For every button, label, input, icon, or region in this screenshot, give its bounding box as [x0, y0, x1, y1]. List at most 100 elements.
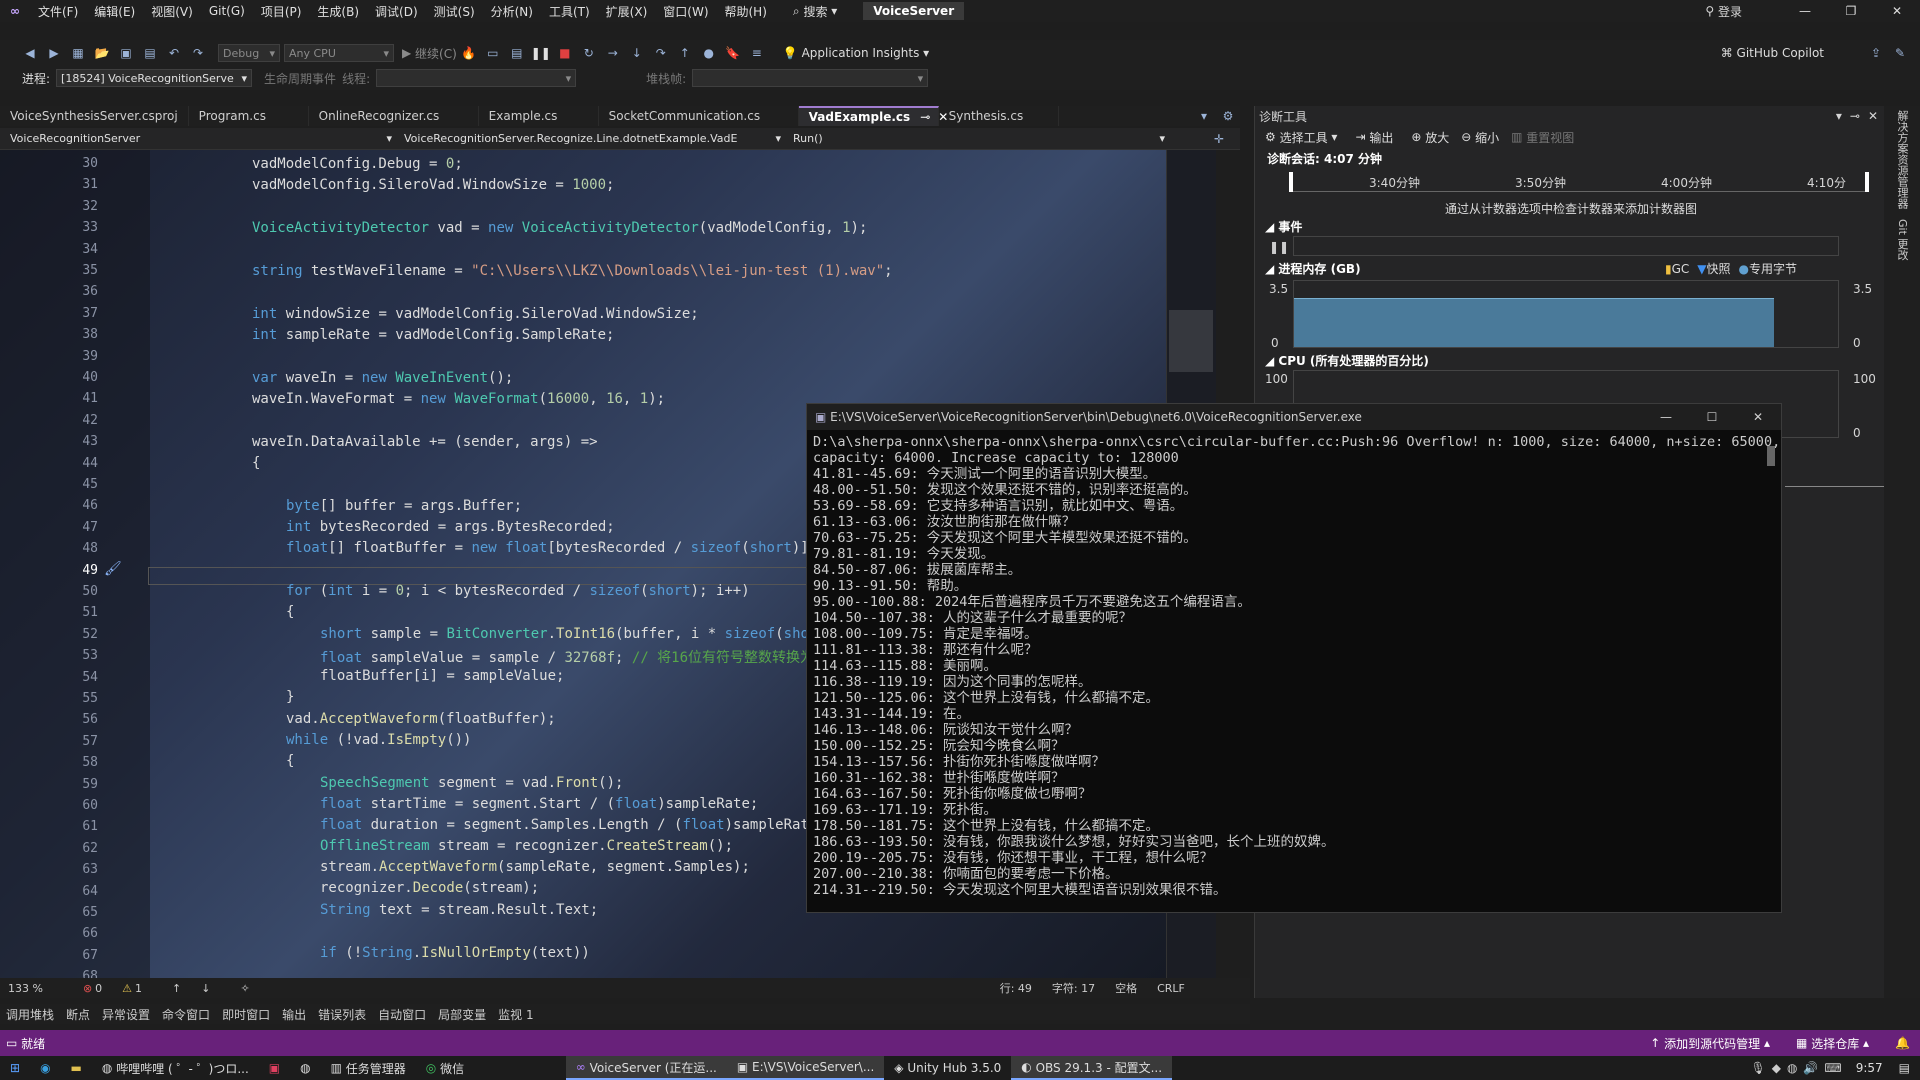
tab-autos[interactable]: 自动窗口: [372, 1006, 432, 1023]
close-icon[interactable]: ✕: [1735, 410, 1781, 424]
menu-project[interactable]: 项目(P): [253, 3, 310, 20]
pin-icon[interactable]: ⊸: [920, 110, 930, 124]
edge-icon[interactable]: ◉: [30, 1056, 60, 1080]
lifecycle-label[interactable]: 生命周期事件: [264, 70, 336, 87]
start-icon[interactable]: ⊞: [0, 1056, 30, 1080]
save-all-icon[interactable]: ▤: [140, 44, 160, 62]
menu-help[interactable]: 帮助(H): [717, 3, 775, 20]
warning-icon[interactable]: ⚠: [122, 982, 132, 995]
menu-debug[interactable]: 调试(D): [367, 3, 426, 20]
visual-studio-logo-icon[interactable]: ∞: [0, 0, 30, 22]
undo-icon[interactable]: ↶: [164, 44, 184, 62]
solution-explorer-tab[interactable]: 解决方案资源管理器: [1894, 110, 1910, 209]
platform-select[interactable]: Any CPU ▾: [284, 44, 394, 62]
timeline-start-marker[interactable]: [1289, 172, 1293, 192]
window-icon[interactable]: ▭: [483, 44, 503, 62]
events-header[interactable]: ◢ 事件: [1265, 218, 1302, 235]
split-icon[interactable]: ✛: [1209, 130, 1229, 148]
nav-down-icon[interactable]: ↓: [201, 982, 210, 995]
volume-icon[interactable]: 🔊: [1803, 1061, 1818, 1075]
taskbar-visual-studio[interactable]: ∞ VoiceServer (正在运...: [565, 1056, 727, 1080]
open-icon[interactable]: 📂: [92, 44, 112, 62]
process-select[interactable]: [18524] VoiceRecognitionServe ▾: [56, 69, 253, 87]
restart-icon[interactable]: ↻: [579, 44, 599, 62]
menu-analyze[interactable]: 分析(N): [483, 3, 541, 20]
taskbar-console[interactable]: ▣ E:\VS\VoiceServer\...: [726, 1056, 885, 1080]
close-icon[interactable]: ✕: [1868, 109, 1878, 123]
network-icon[interactable]: ◍: [1787, 1061, 1797, 1075]
indent-mode[interactable]: 空格: [1115, 980, 1137, 996]
zoom-level[interactable]: 133 %: [8, 982, 43, 995]
menu-test[interactable]: 测试(S): [426, 3, 483, 20]
tab-locals[interactable]: 局部变量: [432, 1006, 492, 1023]
memory-header[interactable]: ◢ 进程内存 (GB): [1265, 260, 1361, 277]
class-select[interactable]: VoiceRecognitionServer.Recognize.Line.do…: [400, 129, 785, 148]
step-out-icon[interactable]: ↑: [675, 44, 695, 62]
menu-file[interactable]: 文件(F): [30, 3, 86, 20]
tab-error-list[interactable]: 错误列表: [312, 1006, 372, 1023]
edit-brush-icon[interactable]: 🖌: [104, 561, 122, 577]
taskbar-wechat[interactable]: ◎ 微信: [416, 1056, 566, 1080]
timeline-end-marker[interactable]: [1865, 172, 1869, 192]
mic-icon[interactable]: 🎙: [1750, 1061, 1765, 1075]
menu-view[interactable]: 视图(V): [143, 3, 201, 20]
tab-exception-settings[interactable]: 异常设置: [96, 1006, 156, 1023]
file-explorer-icon[interactable]: ▬: [61, 1056, 92, 1080]
login-button[interactable]: ⚲ 登录: [1705, 3, 1742, 20]
redo-icon[interactable]: ↷: [188, 44, 208, 62]
tab-immediate-window[interactable]: 即时窗口: [216, 1006, 276, 1023]
memory-chart[interactable]: [1293, 280, 1839, 348]
timeline-ruler[interactable]: 3:40分钟 3:50分钟 4:00分钟 4:10分: [1289, 172, 1869, 192]
menu-edit[interactable]: 编辑(E): [86, 3, 143, 20]
taskbar-task-manager[interactable]: ▥ 任务管理器: [321, 1056, 416, 1080]
pause-icon[interactable]: ❚❚: [531, 44, 551, 62]
cursor-line[interactable]: 行: 49: [1000, 980, 1032, 996]
zoom-out-button[interactable]: 缩小: [1475, 129, 1499, 146]
show-next-statement-icon[interactable]: →: [603, 44, 623, 62]
notification-icon[interactable]: 🔔: [1895, 1036, 1910, 1050]
breakpoint-icon[interactable]: ●: [699, 44, 719, 62]
copilot-button[interactable]: ⌘ GitHub Copilot: [1721, 46, 1824, 60]
code-cleanup-icon[interactable]: ✧: [240, 982, 249, 995]
output-button[interactable]: 输出: [1369, 129, 1393, 146]
nav-up-icon[interactable]: ↑: [172, 982, 181, 995]
notification-center-icon[interactable]: ▤: [1899, 1061, 1910, 1075]
taskbar-unity-hub[interactable]: ◈ Unity Hub 3.5.0: [884, 1056, 1011, 1080]
layout-icon[interactable]: ▤: [507, 44, 527, 62]
tab-vad-example[interactable]: VadExample.cs ⊸ ✕: [798, 106, 948, 126]
bookmark-icon[interactable]: 🔖: [723, 44, 743, 62]
app-insights-button[interactable]: 💡 Application Insights ▾: [783, 46, 929, 60]
console-window[interactable]: ▣ E:\VS\VoiceServer\VoiceRecognitionServ…: [806, 403, 1782, 913]
tab-call-stack[interactable]: 调用堆栈: [0, 1006, 60, 1023]
taskbar-bilibili[interactable]: ◍ 哔哩哔哩 ( ゜- ゜)つロ...: [92, 1056, 259, 1080]
menu-extensions[interactable]: 扩展(X): [598, 3, 656, 20]
select-repo-button[interactable]: 选择仓库: [1811, 1035, 1859, 1052]
error-icon[interactable]: ⊗: [83, 982, 92, 995]
restore-icon[interactable]: ❐: [1828, 4, 1874, 18]
git-changes-tab[interactable]: Git 更改: [1894, 219, 1910, 260]
tab-voice-synthesis-csproj[interactable]: VoiceSynthesisServer.csproj: [0, 106, 189, 126]
pause-icon[interactable]: ❚❚: [1269, 240, 1289, 254]
tray-icon[interactable]: ◆: [1772, 1061, 1781, 1075]
line-ending[interactable]: CRLF: [1157, 982, 1185, 995]
console-title-bar[interactable]: ▣ E:\VS\VoiceServer\VoiceRecognitionServ…: [807, 404, 1781, 430]
taskbar-obs[interactable]: ◐ OBS 29.1.3 - 配置文...: [1011, 1056, 1173, 1080]
tab-list-icon[interactable]: ▾: [1194, 107, 1214, 125]
save-icon[interactable]: ▣: [116, 44, 136, 62]
tab-socket-communication[interactable]: SocketCommunication.cs: [599, 106, 799, 126]
member-select[interactable]: Run() ▾: [789, 129, 1169, 148]
minimap-viewport[interactable]: [1169, 310, 1213, 372]
cursor-char[interactable]: 字符: 17: [1052, 980, 1095, 996]
menu-git[interactable]: Git(G): [201, 4, 253, 18]
minimize-icon[interactable]: —: [1643, 410, 1689, 424]
add-source-control-button[interactable]: 添加到源代码管理: [1664, 1035, 1760, 1052]
maximize-icon[interactable]: ☐: [1689, 410, 1735, 424]
clock[interactable]: 9:57: [1856, 1061, 1883, 1075]
scrollbar-thumb[interactable]: [1767, 446, 1775, 466]
config-select[interactable]: Debug ▾: [218, 44, 280, 62]
tab-online-recognizer[interactable]: OnlineRecognizer.cs: [309, 106, 479, 126]
menu-window[interactable]: 窗口(W): [655, 3, 716, 20]
menu-tools[interactable]: 工具(T): [541, 3, 598, 20]
close-icon[interactable]: ✕: [1874, 4, 1920, 18]
feedback-icon[interactable]: ✎: [1890, 44, 1910, 62]
